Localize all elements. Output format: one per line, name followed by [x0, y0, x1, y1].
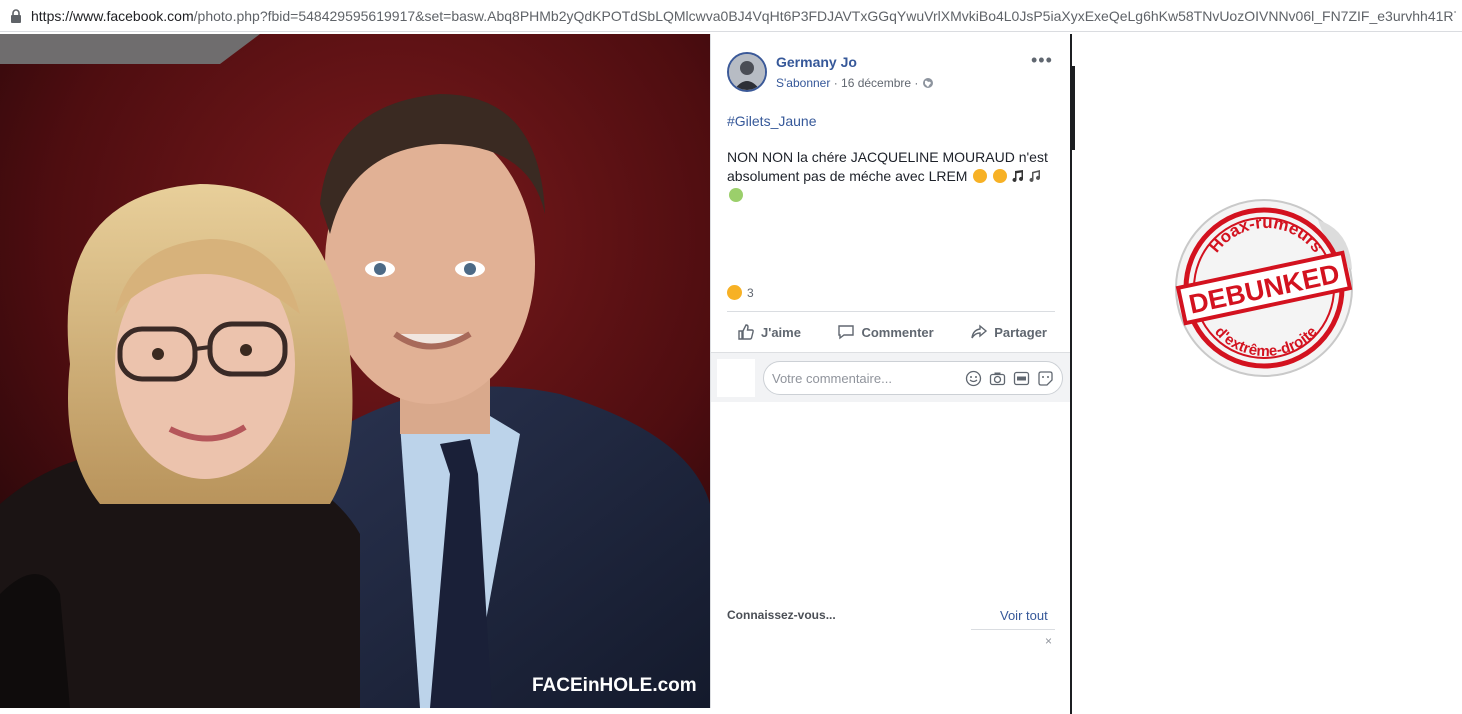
follow-link[interactable]: S'abonner — [776, 76, 830, 90]
globe-icon — [922, 78, 933, 88]
see-all-link[interactable]: Voir tout — [1000, 608, 1048, 623]
music-notes-icon — [1029, 170, 1041, 182]
author-avatar[interactable] — [727, 52, 767, 92]
sick-face-emoji-icon — [729, 188, 743, 202]
like-label: J'aime — [761, 324, 801, 340]
gif-icon[interactable] — [1013, 370, 1030, 387]
share-button[interactable]: Partager — [960, 316, 1057, 348]
suggestions-title: Connaissez-vous... — [727, 608, 836, 622]
thumbs-up-icon — [738, 324, 754, 340]
meta-separator: · — [914, 76, 919, 90]
hashtag-link[interactable]: #Gilets_Jaune — [727, 113, 817, 129]
comment-composer: Votre commentaire... — [711, 352, 1070, 402]
debunked-stamp: Hoax-rumeurs DEBUNKED d'extrême-droite — [1168, 190, 1364, 386]
reaction-summary[interactable]: 3 — [727, 285, 754, 300]
post-date[interactable]: 16 décembre — [841, 76, 911, 90]
comment-input[interactable]: Votre commentaire... — [763, 361, 1063, 395]
post-text: NON NON la chére JACQUELINE MOURAUD n'es… — [727, 148, 1057, 205]
comment-button[interactable]: Commenter — [827, 316, 943, 348]
haha-reaction-icon — [727, 285, 742, 300]
share-label: Partager — [994, 324, 1047, 340]
author-name[interactable]: Germany Jo — [776, 54, 857, 70]
post-actions: J'aime Commenter Partager — [727, 316, 1057, 348]
camera-icon[interactable] — [989, 370, 1006, 387]
laughing-emoji-icon — [993, 169, 1008, 183]
dismiss-suggestions-button[interactable]: × — [1045, 634, 1052, 648]
like-button[interactable]: J'aime — [727, 316, 811, 348]
url-host: https://www.facebook.com — [31, 8, 194, 24]
music-note-icon — [1012, 170, 1024, 182]
comment-tools — [965, 370, 1054, 387]
scrollbar[interactable] — [1072, 66, 1075, 150]
more-options-button[interactable]: ••• — [1031, 50, 1053, 71]
comment-placeholder: Votre commentaire... — [772, 371, 892, 386]
comment-label: Commenter — [861, 324, 934, 340]
speech-bubble-icon — [838, 325, 855, 340]
avatar-image — [729, 54, 765, 90]
url-path: /photo.php?fbid=548429595619917&set=basw… — [193, 8, 1456, 24]
emoji-icon[interactable] — [965, 370, 982, 387]
post-photo[interactable]: FACEinHOLE.com — [0, 34, 710, 708]
post-panel: Germany Jo S'abonner · 16 décembre · •••… — [710, 34, 1070, 708]
post-meta: S'abonner · 16 décembre · — [776, 76, 934, 90]
meta-separator: · — [833, 76, 838, 90]
browser-url-bar[interactable]: https://www.facebook.com/photo.php?fbid=… — [0, 0, 1462, 32]
divider — [971, 629, 1055, 630]
viewer-avatar — [717, 359, 755, 397]
reaction-count: 3 — [747, 286, 754, 300]
divider — [727, 311, 1055, 312]
share-arrow-icon — [971, 324, 988, 339]
photo-image: FACEinHOLE.com — [0, 34, 710, 708]
stamp-image: Hoax-rumeurs DEBUNKED d'extrême-droite — [1175, 199, 1353, 377]
photo-watermark: FACEinHOLE.com — [532, 675, 697, 696]
sticker-icon[interactable] — [1037, 370, 1054, 387]
url-text[interactable]: https://www.facebook.com/photo.php?fbid=… — [31, 8, 1456, 24]
laughing-emoji-icon — [973, 169, 988, 183]
lock-icon — [11, 9, 21, 23]
